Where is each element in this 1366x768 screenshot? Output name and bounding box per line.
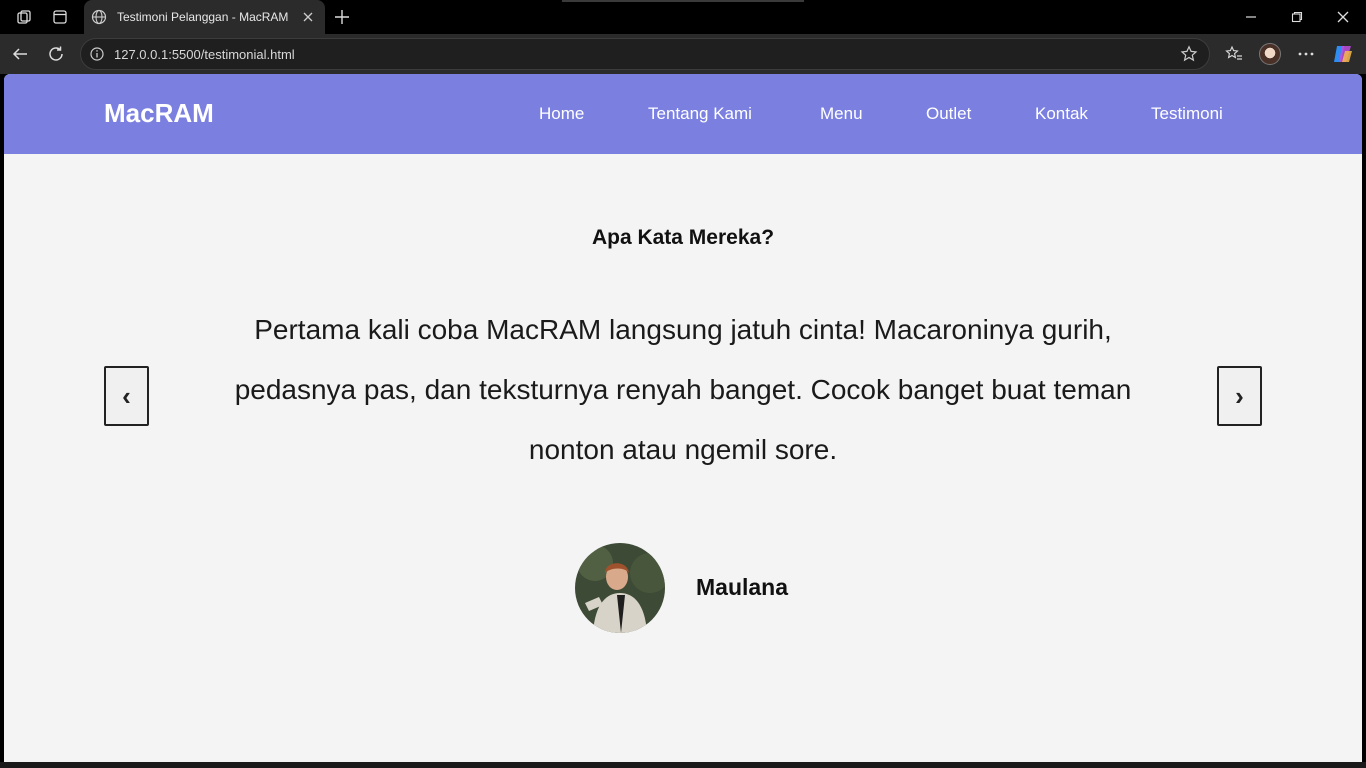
new-tab-icon[interactable] <box>331 6 353 28</box>
nav-tentang-kami[interactable]: Tentang Kami <box>648 104 752 124</box>
section-heading: Apa Kata Mereka? <box>591 226 775 249</box>
site-logo[interactable]: MacRAM <box>104 98 214 129</box>
prev-testimonial-button[interactable]: ‹ <box>104 366 149 426</box>
author-name: Maulana <box>696 574 789 600</box>
url-text: 127.0.0.1:5500/testimonial.html <box>114 46 295 62</box>
favorite-star-icon[interactable] <box>1179 44 1199 64</box>
tab-actions-icon[interactable] <box>49 6 71 28</box>
nav-outlet[interactable]: Outlet <box>926 104 971 124</box>
site-info-icon[interactable] <box>89 46 105 62</box>
copilot-icon[interactable] <box>1331 42 1355 66</box>
author-avatar <box>575 543 665 633</box>
back-arrow-icon[interactable] <box>8 42 32 66</box>
minimize-icon[interactable] <box>1238 4 1264 30</box>
page-viewport: MacRAM Home Tentang Kami Menu Outlet Kon… <box>4 74 1362 762</box>
browser-tab-bar: Testimoni Pelanggan - MacRAM <box>0 0 1366 34</box>
site-navbar: MacRAM Home Tentang Kami Menu Outlet Kon… <box>4 74 1362 154</box>
close-tab-icon[interactable] <box>297 6 319 28</box>
reload-icon[interactable] <box>44 42 68 66</box>
address-bar[interactable]: 127.0.0.1:5500/testimonial.html <box>80 38 1210 70</box>
testimonial-quote: Pertama kali coba MacRAM langsung jatuh … <box>234 314 1132 465</box>
nav-home[interactable]: Home <box>539 104 584 124</box>
more-options-icon[interactable] <box>1294 42 1318 66</box>
globe-icon <box>90 8 108 26</box>
restore-icon[interactable] <box>1284 4 1310 30</box>
nav-menu[interactable]: Menu <box>820 104 863 124</box>
close-window-icon[interactable] <box>1330 4 1356 30</box>
nav-testimoni[interactable]: Testimoni <box>1151 104 1223 124</box>
profile-avatar[interactable] <box>1258 42 1282 66</box>
browser-toolbar: 127.0.0.1:5500/testimonial.html <box>0 34 1366 74</box>
tab-active[interactable]: Testimoni Pelanggan - MacRAM <box>84 0 325 34</box>
nav-kontak[interactable]: Kontak <box>1035 104 1088 124</box>
window-drag-strip <box>562 0 804 2</box>
next-testimonial-button[interactable]: › <box>1217 366 1262 426</box>
window-bottom-edge <box>0 762 1366 768</box>
tab-title: Testimoni Pelanggan - MacRAM <box>117 10 289 24</box>
workspaces-icon[interactable] <box>13 6 35 28</box>
favorites-icon[interactable] <box>1222 42 1246 66</box>
